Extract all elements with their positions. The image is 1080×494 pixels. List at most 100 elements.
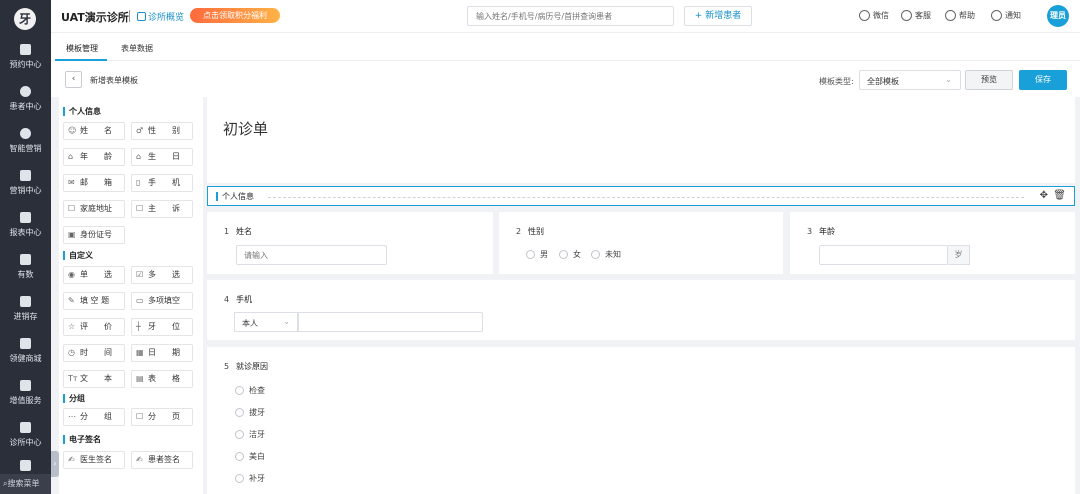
field-complaint[interactable]: ☐ 主 诉 bbox=[131, 200, 193, 218]
notification-button[interactable]: 通知 bbox=[991, 10, 1021, 21]
back-button[interactable]: ‹ bbox=[65, 71, 82, 88]
group-title-personal: 个人信息 bbox=[63, 107, 101, 116]
pencil-icon: ✎ bbox=[68, 296, 75, 305]
form-title[interactable]: 初诊单 bbox=[223, 118, 268, 139]
field-rating[interactable]: ☆ 评 价 bbox=[63, 318, 125, 336]
new-patient-button[interactable]: + 新增患者 bbox=[684, 6, 752, 26]
field-time[interactable]: ◷ 时 间 bbox=[63, 344, 125, 362]
question-card-age[interactable]: 3 年龄 岁 bbox=[790, 212, 1075, 274]
lightbulb-icon bbox=[20, 128, 31, 139]
reason-option[interactable]: 美白 bbox=[235, 451, 265, 462]
field-table[interactable]: ▤ 表 格 bbox=[131, 370, 193, 388]
field-tooth-position[interactable]: ┼ 牙 位 bbox=[131, 318, 193, 336]
ellipsis-icon: ⋯ bbox=[68, 412, 76, 421]
template-type-select[interactable]: 全部模板 ⌄ bbox=[859, 70, 961, 90]
cake-icon: ⌂ bbox=[136, 152, 142, 161]
store-icon bbox=[20, 338, 31, 349]
field-single-choice[interactable]: ◉ 单 选 bbox=[63, 266, 125, 284]
sidebar-item-mall[interactable]: 领健商城 bbox=[0, 338, 51, 364]
group-title-grouping: 分组 bbox=[63, 394, 85, 403]
age-unit: 岁 bbox=[948, 245, 970, 265]
question-card-name[interactable]: 1 姓名 bbox=[207, 212, 493, 274]
gender-option-unknown[interactable]: 未知 bbox=[591, 249, 621, 260]
name-input[interactable] bbox=[236, 245, 387, 265]
field-phone[interactable]: ▯ 手 机 bbox=[131, 174, 193, 192]
reason-option[interactable]: 洁牙 bbox=[235, 429, 265, 440]
field-address[interactable]: ☐ 家庭地址 bbox=[63, 200, 125, 218]
reason-option[interactable]: 补牙 bbox=[235, 473, 265, 484]
crosshair-icon: ┼ bbox=[136, 322, 141, 331]
tab-template-management[interactable]: 模板管理 bbox=[66, 43, 98, 54]
group-title-signature: 电子签名 bbox=[63, 435, 101, 444]
patient-search-input[interactable] bbox=[467, 6, 674, 26]
user-icon bbox=[20, 86, 31, 97]
radio-icon bbox=[235, 408, 244, 417]
trash-icon[interactable]: 🗑 bbox=[1053, 190, 1066, 201]
field-text[interactable]: Tᴛ 文 本 bbox=[63, 370, 125, 388]
document-icon: ☐ bbox=[68, 204, 76, 213]
sidebar-item-youshu[interactable]: 有数 bbox=[0, 254, 51, 280]
sidebar-item-marketing[interactable]: 营销中心 bbox=[0, 170, 51, 196]
sidebar-item-inventory[interactable]: 进销存 bbox=[0, 296, 51, 322]
tab-bar: 模板管理 表单数据 bbox=[51, 33, 1080, 61]
reason-option[interactable]: 检查 bbox=[235, 385, 265, 396]
group-title-custom: 自定义 bbox=[63, 251, 93, 260]
question-card-visit-reason[interactable]: 5 就诊原因 检查 拔牙 洁牙 美白 补牙 bbox=[207, 347, 1075, 494]
field-id-number[interactable]: ▣ 身份证号 bbox=[63, 226, 125, 244]
field-age[interactable]: ⌂ 年 龄 bbox=[63, 148, 125, 166]
phone-icon: ▯ bbox=[136, 178, 141, 187]
phone-input[interactable] bbox=[298, 312, 483, 332]
field-fill-blank[interactable]: ✎ 填 空 题 bbox=[63, 292, 125, 310]
help-button[interactable]: 帮助 bbox=[945, 10, 975, 21]
tab-form-data[interactable]: 表单数据 bbox=[121, 43, 153, 54]
radio-icon bbox=[591, 250, 600, 259]
clinic-name: UAT演示诊所 bbox=[61, 11, 129, 24]
field-doctor-signature[interactable]: ✍ 医生签名 bbox=[63, 451, 125, 469]
menu-search[interactable]: ⌕搜索菜单 bbox=[0, 474, 51, 494]
sidebar-item-reports[interactable]: 报表中心 bbox=[0, 212, 51, 238]
question-label: 2 性别 bbox=[516, 227, 544, 236]
field-multi-blank[interactable]: ▭ 多项填空 bbox=[131, 292, 193, 310]
field-multi-choice[interactable]: ☑ 多 选 bbox=[131, 266, 193, 284]
move-icon[interactable]: ✥ bbox=[1040, 190, 1048, 201]
wechat-button[interactable]: 微信 bbox=[859, 10, 889, 21]
avatar[interactable]: 理员 bbox=[1047, 5, 1069, 27]
save-button[interactable]: 保存 bbox=[1019, 70, 1067, 90]
sidebar-item-value-added[interactable]: 增值服务 bbox=[0, 380, 51, 406]
field-email[interactable]: ✉ 邮 箱 bbox=[63, 174, 125, 192]
signature-icon: ✍ bbox=[68, 455, 75, 464]
field-date[interactable]: ▦ 日 期 bbox=[131, 344, 193, 362]
question-card-phone[interactable]: 4 手机 本人 ⌄ bbox=[207, 280, 1075, 340]
preview-button[interactable]: 预览 bbox=[965, 70, 1013, 90]
page-icon: ☐ bbox=[136, 412, 144, 421]
bell-icon bbox=[991, 10, 1002, 21]
topbar: UAT演示诊所 诊所概览 点击领取积分福利 + 新增患者 微信 客服 帮助 通知… bbox=[51, 0, 1080, 33]
sidebar-item-clinic-center[interactable]: 诊所中心 bbox=[0, 422, 51, 448]
field-patient-signature[interactable]: ✍ 患者签名 bbox=[131, 451, 193, 469]
field-birthday[interactable]: ⌂ 生 日 bbox=[131, 148, 193, 166]
sidebar-item-smart-marketing[interactable]: 智能营销 bbox=[0, 128, 51, 154]
customer-service-button[interactable]: 客服 bbox=[901, 10, 931, 21]
signature-icon: ✍ bbox=[136, 455, 143, 464]
sidebar-item-settings[interactable] bbox=[0, 460, 51, 475]
field-group[interactable]: ⋯ 分 组 bbox=[63, 408, 125, 426]
radio-icon bbox=[235, 452, 244, 461]
age-input[interactable] bbox=[819, 245, 948, 265]
field-gender[interactable]: ♂ 性 别 bbox=[131, 122, 193, 140]
apps-icon bbox=[20, 380, 31, 391]
clinic-overview-link[interactable]: 诊所概览 bbox=[137, 10, 184, 23]
sidebar-collapse-toggle[interactable]: › bbox=[51, 451, 59, 477]
sidebar-item-patients[interactable]: 患者中心 bbox=[0, 86, 51, 112]
gender-option-male[interactable]: 男 bbox=[526, 249, 548, 260]
section-title: 个人信息 bbox=[216, 192, 254, 201]
field-page[interactable]: ☐ 分 页 bbox=[131, 408, 193, 426]
promo-banner[interactable]: 点击领取积分福利 bbox=[190, 8, 280, 23]
field-name[interactable]: ☺ 姓 名 bbox=[63, 122, 125, 140]
section-header[interactable]: 个人信息 ✥ 🗑 bbox=[207, 186, 1075, 206]
reason-option[interactable]: 拔牙 bbox=[235, 407, 265, 418]
question-card-gender[interactable]: 2 性别 男 女 未知 bbox=[499, 212, 783, 274]
sidebar-item-appointments[interactable]: 预约中心 bbox=[0, 44, 51, 70]
gender-option-female[interactable]: 女 bbox=[559, 249, 581, 260]
phone-owner-select[interactable]: 本人 ⌄ bbox=[234, 312, 298, 332]
headset-icon bbox=[901, 10, 912, 21]
